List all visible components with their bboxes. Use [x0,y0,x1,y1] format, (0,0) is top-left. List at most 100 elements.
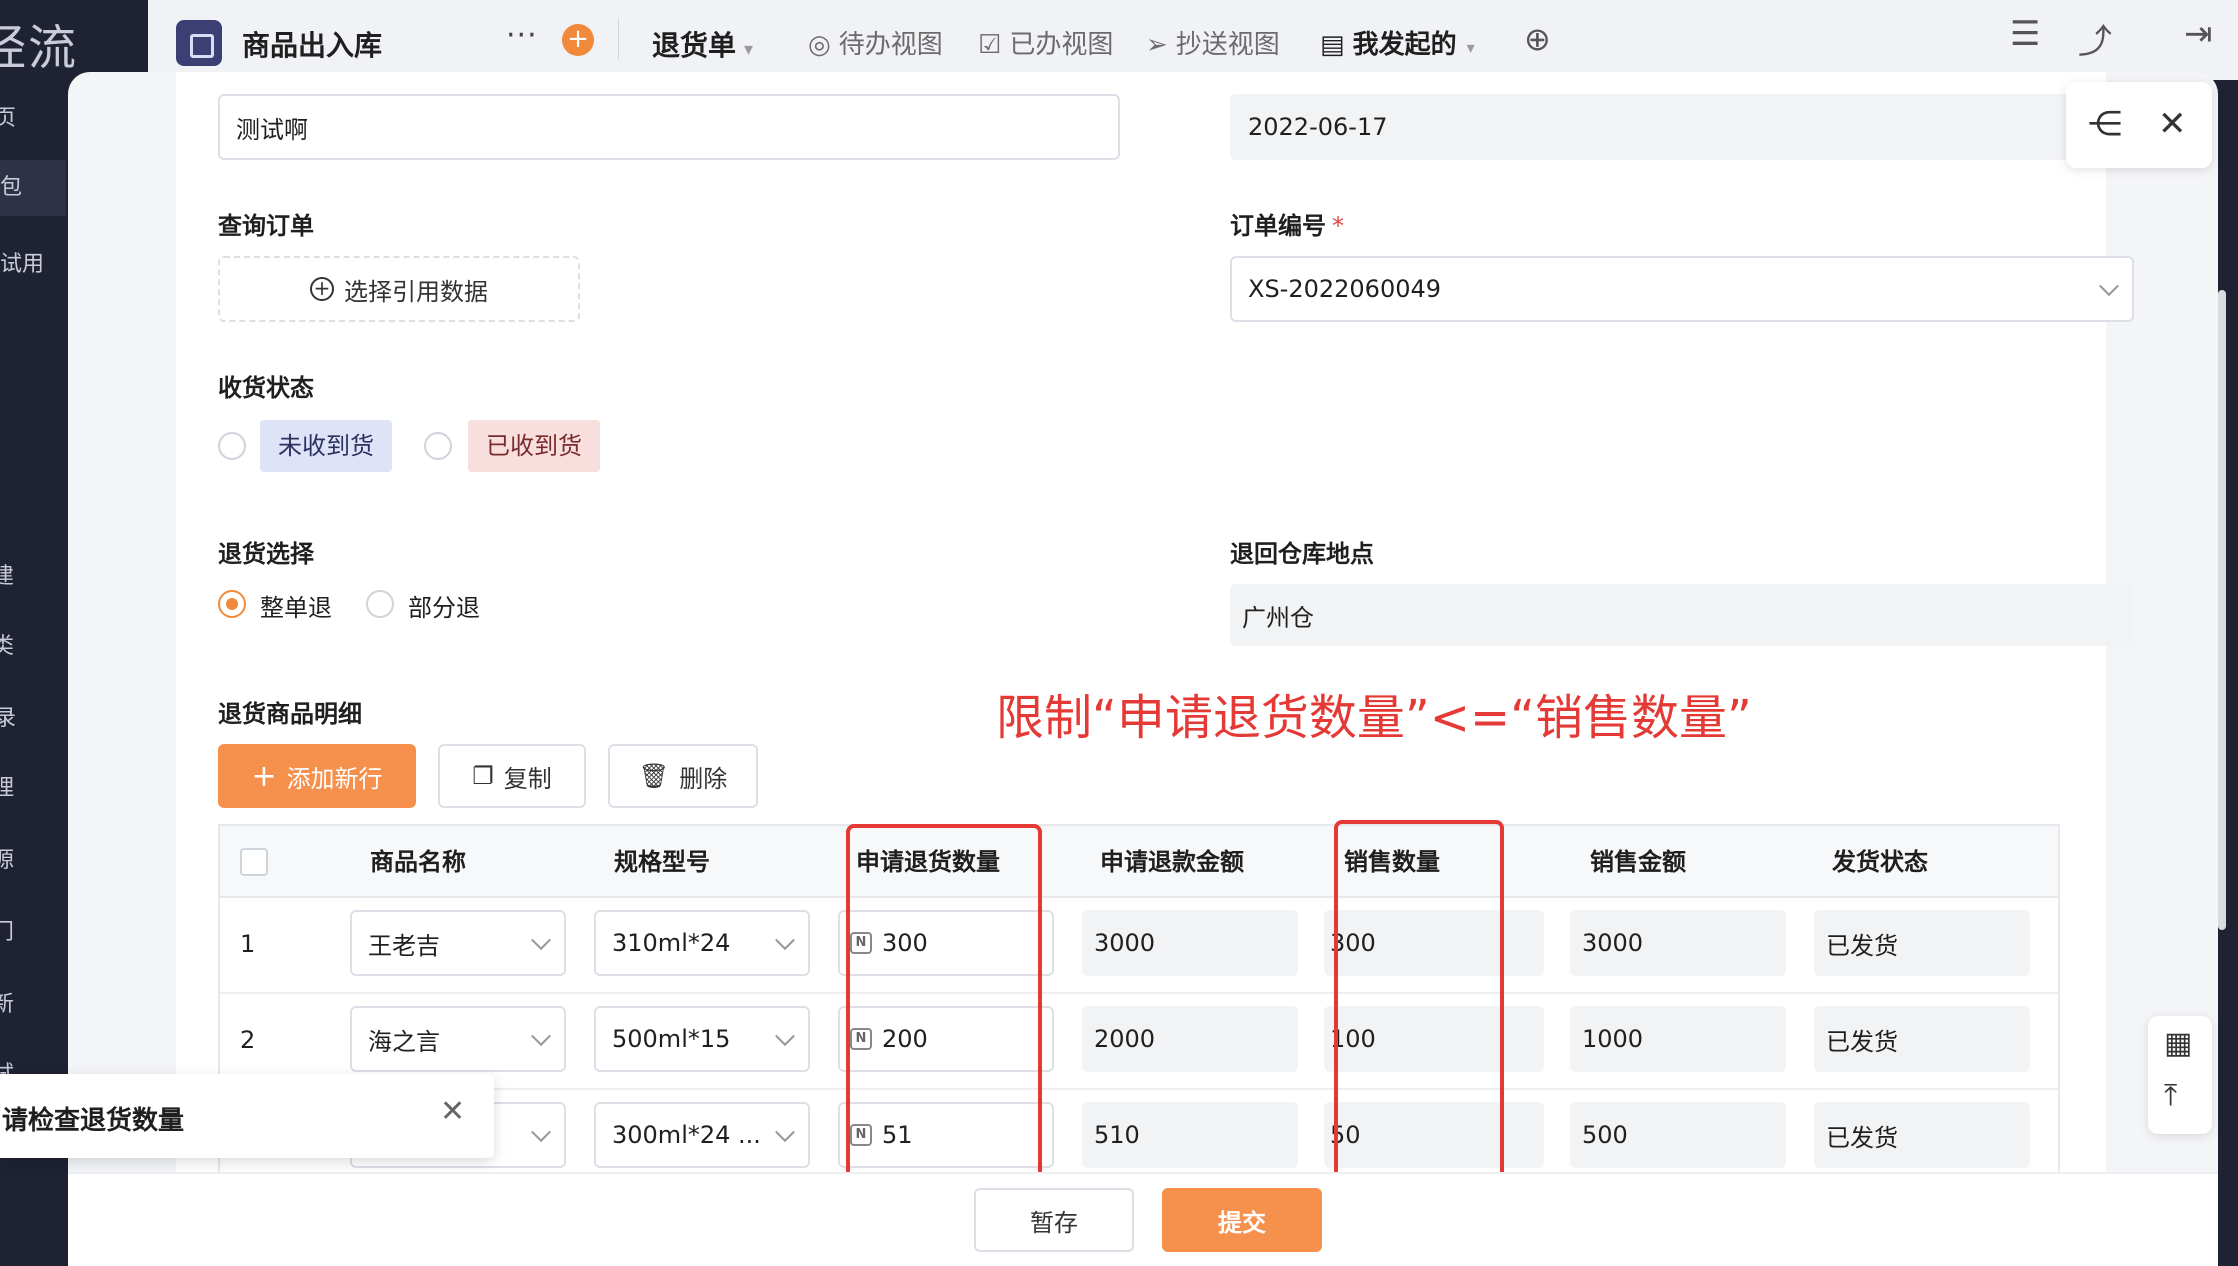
delete-label: 删除 [679,764,728,793]
tab-cc-label: 抄送视图 [1175,30,1280,60]
trend-icon[interactable]: ⤴ [2078,14,2112,63]
qrcode-icon[interactable]: ▦ [2164,1026,2192,1061]
refund-value: 3000 [1094,929,1156,957]
submit-button[interactable]: 提交 [1162,1188,1322,1252]
date-field[interactable]: 2022-06-17 [1230,94,2134,160]
chevron-down-icon: ▾ [1466,38,1475,57]
tab-done-view[interactable]: ☑ 已办视图 [978,24,1113,61]
list-icon[interactable]: ☰ [2010,14,2040,54]
tab-return-form-label: 退货单 [652,29,737,62]
close-icon[interactable]: ✕ [2158,104,2187,144]
sale-amount-field: 1000 [1570,1006,1786,1072]
add-row-button[interactable]: + 添加新行 [218,744,416,808]
chevron-down-icon [2099,276,2119,297]
query-order-label: 查询订单 [218,212,314,240]
sidebar-item-10[interactable]: 新 [0,986,14,1018]
sidebar-item-trial[interactable]: 试用 [0,246,44,278]
app-title[interactable]: 商品出入库 [242,24,382,64]
spec-value: 500ml*15 [612,1025,731,1053]
back-to-top-icon[interactable]: ⤒ [2164,1078,2177,1113]
warehouse-field[interactable]: 广州仓 [1230,584,2134,646]
ship-status-field: 已发货 [1814,1102,2030,1168]
checkbox-icon: ☑ [978,30,1002,60]
trash-icon: 🗑 [638,762,670,790]
spec-select[interactable]: 300ml*24 ... [594,1102,810,1168]
spec-value: 310ml*24 [612,929,731,957]
chevron-down-icon [531,1122,551,1143]
sidebar-item-package[interactable]: 包 [0,160,66,216]
product-name-select[interactable]: 王老吉 [350,910,566,976]
add-icon[interactable]: + [562,24,594,56]
sale-amount-value: 3000 [1582,929,1644,957]
sale-amount-field: 3000 [1570,910,1786,976]
col-spec: 规格型号 [614,848,710,876]
ship-status-value: 已发货 [1826,1123,1898,1152]
col-refund-amount: 申请退款金额 [1100,848,1244,876]
sidebar-item-7[interactable]: 理 [0,770,14,802]
order-no-label-text: 订单编号 [1230,212,1326,240]
scrollbar[interactable] [2218,290,2226,930]
text-field-top-left[interactable]: 测试啊 [218,94,1120,160]
exit-icon[interactable]: ⇥ [2184,14,2213,54]
sidebar-item-9[interactable]: 门 [0,914,14,946]
radio-received[interactable] [424,432,452,460]
tab-todo-label: 待办视图 [838,30,943,60]
tab-todo-view[interactable]: ◎ 待办视图 [808,24,943,61]
copy-button[interactable]: ❐ 复制 [438,744,586,808]
sidebar-item-home[interactable]: 页 [0,100,16,132]
add-view-icon[interactable]: ⊕ [1524,20,1551,58]
table-row: 2 海之言 500ml*15 N200 2000 100 1000 已发货 ⋮ [220,994,2058,1090]
document-icon: ▤ [1320,30,1345,60]
chevron-down-icon [775,930,795,951]
spec-select[interactable]: 310ml*24 [594,910,810,976]
close-icon[interactable]: ✕ [440,1094,465,1129]
top-app-bar: 商品出入库 ··· + 退货单 ▾ ◎ 待办视图 ☑ 已办视图 ➢ 抄送视图 ▤ 我发起的… [148,0,2238,80]
error-toast: 请检查退货数量 ✕ [0,1074,494,1158]
tag-not-received[interactable]: 未收到货 [260,420,392,472]
ship-status-field: 已发货 [1814,1006,2030,1072]
tab-return-form[interactable]: 退货单 ▾ [652,24,753,64]
sidebar-item-4[interactable]: 建 [0,558,14,590]
more-icon[interactable]: ··· [506,18,538,53]
select-reference-button[interactable]: + 选择引用数据 [218,256,580,322]
required-mark: * [1332,212,1344,240]
select-all-checkbox[interactable] [240,848,268,876]
save-draft-button[interactable]: 暂存 [974,1188,1134,1252]
chevron-down-icon [775,1026,795,1047]
ship-status-value: 已发货 [1826,931,1898,960]
chevron-down-icon: ▾ [744,39,754,60]
tab-done-label: 已办视图 [1009,30,1114,60]
chevron-down-icon [775,1122,795,1143]
sidebar-item-6[interactable]: 录 [0,700,16,732]
tab-my-initiated[interactable]: ▤ 我发起的 ▾ [1320,24,1475,61]
delete-button[interactable]: 🗑 删除 [608,744,758,808]
divider [618,18,619,60]
tag-received[interactable]: 已收到货 [468,420,600,472]
share-icon[interactable]: ⋲ [2088,104,2122,144]
radio-partial-return[interactable] [366,590,394,618]
copy-icon: ❐ [472,762,494,790]
partial-return-label[interactable]: 部分退 [408,588,480,623]
radio-not-received[interactable] [218,432,246,460]
refund-field: 2000 [1082,1006,1298,1072]
product-name-select[interactable]: 海之言 [350,1006,566,1072]
chevron-down-icon [531,1026,551,1047]
sidebar-item-5[interactable]: 类 [0,628,14,660]
modal-actions: ⋲ ✕ [2066,82,2212,168]
order-no-select[interactable]: XS-2022060049 [1230,256,2134,322]
tab-my-label: 我发起的 [1352,30,1457,60]
warehouse-label: 退回仓库地点 [1230,540,1374,568]
radio-full-return[interactable] [218,590,246,618]
spec-select[interactable]: 500ml*15 [594,1006,810,1072]
product-name-value: 王老吉 [368,931,440,960]
sidebar-item-8[interactable]: 源 [0,842,14,874]
refund-value: 510 [1094,1121,1140,1149]
warehouse-value: 广州仓 [1242,603,1314,632]
refund-value: 2000 [1094,1025,1156,1053]
col-sale-amount: 销售金额 [1590,848,1686,876]
tab-cc-view[interactable]: ➢ 抄送视图 [1146,24,1280,61]
full-return-label[interactable]: 整单退 [260,588,332,623]
ship-status-field: 已发货 [1814,910,2030,976]
order-no-label: 订单编号 * [1230,206,1344,241]
side-tools: ▦ ⤒ [2148,1016,2212,1134]
